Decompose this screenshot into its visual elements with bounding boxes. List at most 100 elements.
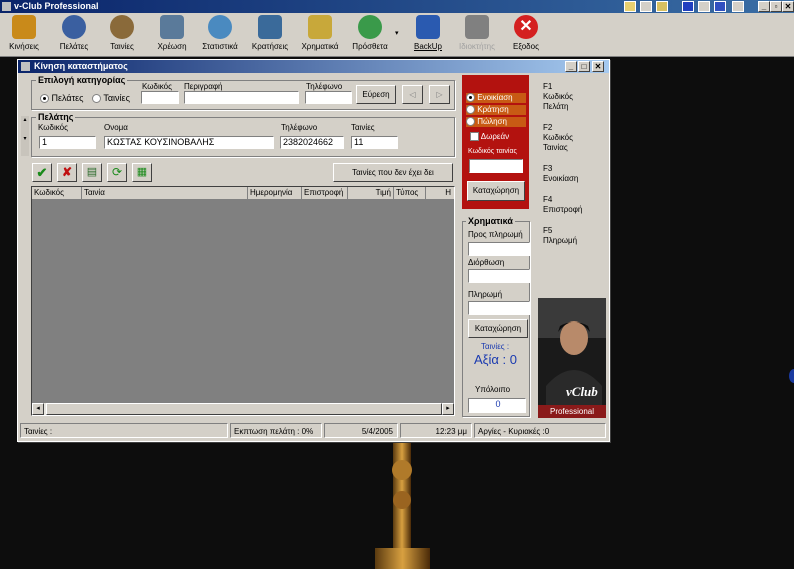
customer-name-field[interactable]: ΚΩΣΤΑΣ ΚΟΥΣΙΝΟΒΑΛΗΣ [104,136,274,149]
sale-radio-label: Πώληση [477,117,507,126]
customers-radio-dot [40,94,49,104]
toolbar-customers-button[interactable]: Πελάτες [52,15,96,55]
toolbar-movements-button[interactable]: Κινήσεις [4,15,44,55]
refresh-button[interactable]: ⟳ [107,163,127,182]
free-checkbox-label: Δωρεάν [480,132,510,141]
window-maximize-button[interactable]: □ [578,61,590,72]
portrait-image [538,298,606,418]
addons-icon [358,15,382,39]
to-pay-field[interactable] [468,242,530,256]
shortcut-f1: F1 Κωδικός Πελάτη [543,82,587,112]
toolbar-owner-button: Ιδιοκτήτης [452,15,502,55]
window-close-button[interactable]: ✕ [592,61,604,72]
col-price[interactable]: Τιμή [348,187,394,199]
minimize-button[interactable]: _ [758,1,770,12]
photo-edition: Professional [538,405,606,418]
app-icon [2,2,11,11]
previous-button[interactable]: ◁ [402,85,423,104]
next-button[interactable]: ▷ [429,85,450,104]
tray-icon-7[interactable] [732,1,744,12]
rent-radio[interactable]: Ενοικίαση [466,93,526,103]
toolbar-movies-button[interactable]: Ταινίες [102,15,142,55]
col-movie[interactable]: Ταινία [82,187,248,199]
correction-field[interactable] [468,269,530,283]
customer-movies-field[interactable]: 11 [351,136,398,149]
shortcut-f5-text: Πληρωμή [543,236,578,245]
reservations-icon [258,15,282,39]
tray-icon-1[interactable] [624,1,636,12]
toolbar-finance-button[interactable]: Χρηματικά [296,15,344,55]
col-h[interactable]: Η [426,187,454,199]
to-pay-label: Προς πληρωμή [468,230,523,239]
tray-icon-2[interactable] [640,1,652,12]
photo-brand: vClub [566,384,598,399]
shortcut-f2-text: Κωδικός Ταινίας [543,133,573,152]
col-type[interactable]: Τύπος [394,187,426,199]
restore-button[interactable]: ▫ [770,1,782,12]
toolbar-addons-button[interactable]: Πρόσθετα [348,15,392,55]
reserve-radio[interactable]: Κράτηση [466,105,526,115]
tray-icon-4[interactable] [682,1,694,12]
delete-button[interactable]: ✘ [57,163,77,182]
rent-radio-label: Ενοικίαση [477,93,513,102]
movie-code-label: Κωδικός ταινίας [468,148,517,155]
scroll-right-button[interactable]: ▸ [442,403,454,415]
payment-save-button[interactable]: Καταχώρηση [468,319,528,338]
customer-side-scroll[interactable]: ▴ ▾ [21,116,29,156]
tray-icon-5[interactable] [698,1,710,12]
search-button[interactable]: Εύρεση [356,85,396,104]
tray-icon-6[interactable] [714,1,726,12]
app-title: v-Club Professional [14,1,99,11]
customer-phone-field[interactable]: 2382024662 [280,136,344,149]
customers-radio-label: Πελάτες [51,93,84,103]
payment-field[interactable] [468,301,530,315]
sale-radio[interactable]: Πώληση [466,117,526,127]
customer-name-label: Ονομα [104,123,128,132]
movements-icon [12,15,36,39]
tray-icon-3[interactable] [656,1,668,12]
toolbar-exit-button[interactable]: ✕ Εξοδος [508,15,544,55]
customer-group-label: Πελάτης [36,112,76,122]
scroll-thumb[interactable] [46,403,442,415]
confirm-button[interactable]: ✔ [32,163,52,182]
movies-icon [110,15,134,39]
reserve-radio-dot [466,105,475,115]
movies-radio-label: Ταινίες [103,93,130,103]
not-watched-button[interactable]: Ταινίες που δεν έχει δει [333,163,453,182]
free-checkbox[interactable]: Δωρεάν [470,132,510,142]
toolbar-charge-button[interactable]: Χρέωση [150,15,194,55]
shortcut-f2: F2 Κωδικός Ταινίας [543,123,587,153]
print-button[interactable]: ▤ [82,163,102,182]
movie-code-field[interactable] [469,159,523,173]
window-title-bar: Κίνηση καταστήματος _ □ ✕ [18,60,609,73]
customer-phone-label: Τηλέφωνο [281,123,318,132]
scroll-left-button[interactable]: ◂ [32,403,44,415]
col-date[interactable]: Ημερομηνία [248,187,302,199]
customer-code-field[interactable]: 1 [39,136,96,149]
shortcut-f3-key: F3 [543,164,553,173]
col-code[interactable]: Κωδικός [32,187,82,199]
category-desc-field[interactable] [184,91,299,104]
add-row-button[interactable]: ▦ [132,163,152,182]
close-button[interactable]: ✕ [782,1,794,12]
shortcut-f4: F4 Επιστροφή [543,195,582,215]
status-bar: Ταινίες : Εκπτωση πελάτη : 0% 5/4/2005 1… [18,421,609,439]
toolbar-backup-button[interactable]: BackUp [410,15,446,55]
category-code-field[interactable] [141,91,179,104]
category-phone-field[interactable] [305,91,352,104]
shortcut-f5: F5 Πληρωμή [543,226,577,246]
status-discount: Εκπτωση πελάτη : 0% [230,423,322,438]
col-return[interactable]: Επιστροφή [302,187,348,199]
movies-radio-dot [92,94,101,104]
grid-horizontal-scrollbar[interactable]: ◂ ▸ [32,403,454,415]
status-movies: Ταινίες : [20,423,228,438]
movies-radio[interactable]: Ταινίες [92,93,130,104]
rental-save-button[interactable]: Καταχώρηση [467,181,525,201]
customers-radio[interactable]: Πελάτες [40,93,84,104]
statue-decoration [375,440,430,569]
addons-dropdown-arrow[interactable]: ▾ [395,29,399,37]
toolbar-reservations-button[interactable]: Κρατήσεις [248,15,292,55]
rentals-grid[interactable]: Κωδικός Ταινία Ημερομηνία Επιστροφή Τιμή… [31,186,455,416]
window-minimize-button[interactable]: _ [565,61,577,72]
toolbar-statistics-button[interactable]: Στατιστικά [198,15,242,55]
